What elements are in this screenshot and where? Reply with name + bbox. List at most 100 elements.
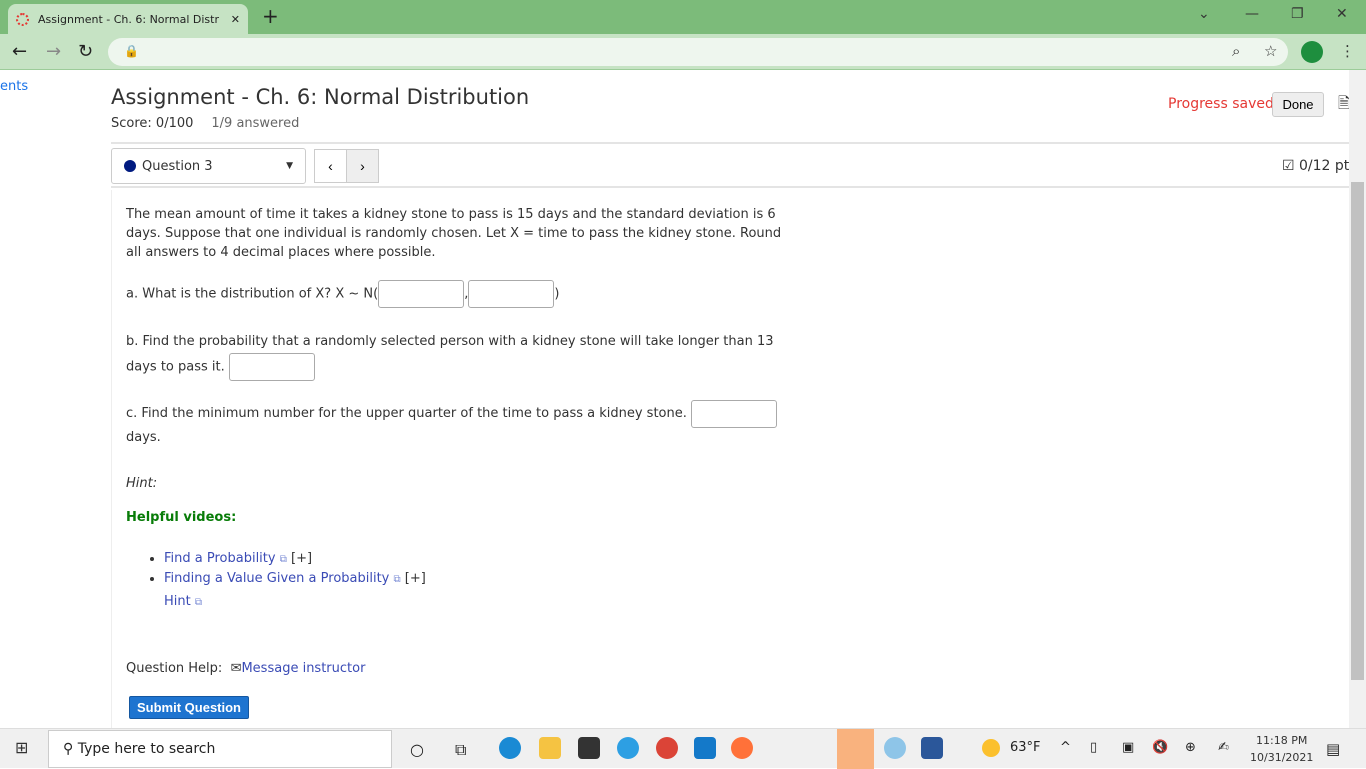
file-explorer-icon[interactable] <box>539 737 561 759</box>
video-link[interactable]: Find a Probability <box>164 551 276 566</box>
tab-title: Assignment - Ch. 6: Normal Distr <box>38 12 219 26</box>
score-line: Score: 0/100 1/9 answered <box>111 116 317 131</box>
mean-input[interactable] <box>378 280 465 308</box>
cortana-icon[interactable]: ○ <box>410 740 424 759</box>
points: ☑ 0/12 pt <box>1282 158 1349 174</box>
lock-icon: 🔒 <box>124 44 139 58</box>
page-title: Assignment - Ch. 6: Normal Distribution <box>111 85 530 109</box>
score: Score: 0/100 <box>111 116 194 131</box>
video-list: Find a Probability ⧉ [+] Finding a Value… <box>164 549 426 589</box>
question-help: Question Help: ✉Message instructor <box>126 661 365 676</box>
helpful-videos-heading: Helpful videos: <box>126 510 237 525</box>
upper-quarter-input[interactable] <box>691 399 778 428</box>
sd-input[interactable] <box>468 280 555 308</box>
probability-input[interactable] <box>228 353 315 381</box>
edge-icon[interactable] <box>499 737 521 759</box>
profile-avatar[interactable] <box>1301 41 1323 63</box>
restore-icon[interactable]: ❐ <box>1291 6 1304 22</box>
address-bar[interactable]: 🔒 <box>108 38 1288 66</box>
browser-toolbar: ← → ↻ 🔒 ⌕ ☆ ⋮ <box>0 34 1366 70</box>
paint-icon[interactable] <box>884 737 906 759</box>
volume-muted-icon[interactable]: 🔇 <box>1152 740 1168 755</box>
divider <box>111 186 1351 188</box>
active-app-icon[interactable] <box>837 729 874 769</box>
pen-icon[interactable]: ✍ <box>1218 740 1229 755</box>
minimize-icon[interactable]: — <box>1245 6 1259 22</box>
list-item: Finding a Value Given a Probability ⧉ [+… <box>164 569 426 589</box>
question-intro: The mean amount of time it takes a kidne… <box>126 207 782 260</box>
expand-link[interactable]: [+] <box>291 551 312 566</box>
video-link[interactable]: Finding a Value Given a Probability <box>164 571 389 586</box>
date: 10/31/2021 <box>1250 751 1314 764</box>
close-window-icon[interactable]: ✕ <box>1336 6 1348 22</box>
ie-icon[interactable] <box>617 737 639 759</box>
word-icon[interactable] <box>921 737 943 759</box>
time: 11:18 PM <box>1256 734 1308 747</box>
browser-tab[interactable]: Assignment - Ch. 6: Normal Distr ✕ <box>8 4 248 34</box>
divider <box>111 142 1351 144</box>
scrollbar-thumb[interactable] <box>1351 182 1364 680</box>
points-value: 0/12 pt <box>1299 158 1350 174</box>
windows-start-icon[interactable]: ⊞ <box>15 738 28 757</box>
chrome-icon[interactable] <box>656 737 678 759</box>
network-icon[interactable]: ⊕ <box>1185 740 1196 755</box>
hint-link[interactable]: Hint <box>164 594 191 609</box>
mail-icon[interactable] <box>694 737 716 759</box>
tab-search-icon[interactable]: ⌄ <box>1198 6 1210 22</box>
part-c-text: c. Find the minimum number for the upper… <box>126 406 687 421</box>
sidebar-link[interactable]: ents <box>0 79 28 94</box>
external-link-icon: ⧉ <box>279 554 287 565</box>
paren-close: ) <box>554 286 560 302</box>
part-b: b. Find the probability that a randomly … <box>126 330 796 381</box>
search-placeholder: Type here to search <box>77 741 216 757</box>
hint-label: Hint: <box>126 476 158 491</box>
question-panel <box>111 190 1351 730</box>
status-dot-icon <box>124 160 136 172</box>
checkbox-icon: ☑ <box>1282 158 1295 174</box>
firefox-icon[interactable] <box>731 737 753 759</box>
menu-icon[interactable]: ⋮ <box>1340 42 1355 60</box>
days-label: days. <box>126 430 161 445</box>
bookmark-star-icon[interactable]: ☆ <box>1264 42 1277 60</box>
envelope-icon: ✉ <box>230 661 242 676</box>
search-icon: ⚲ <box>63 741 74 757</box>
part-c: c. Find the minimum number for the upper… <box>126 399 796 459</box>
scrollbar[interactable] <box>1349 70 1366 728</box>
weather[interactable]: 63°F <box>1010 740 1041 755</box>
back-icon[interactable]: ← <box>12 41 27 62</box>
forward-icon[interactable]: → <box>46 41 61 62</box>
tab-bar: Assignment - Ch. 6: Normal Distr ✕ + ⌄ — … <box>0 0 1366 34</box>
battery-icon[interactable]: ▣ <box>1122 740 1134 755</box>
zoom-icon[interactable]: ⌕ <box>1232 42 1240 60</box>
reload-icon[interactable]: ↻ <box>78 41 93 62</box>
list-item: Find a Probability ⧉ [+] <box>164 549 426 569</box>
external-link-icon: ⧉ <box>194 597 203 608</box>
answered-count: 1/9 answered <box>211 116 300 131</box>
new-tab-button[interactable]: + <box>262 4 279 28</box>
clock[interactable]: 11:18 PM 10/31/2021 <box>1250 732 1313 766</box>
help-label: Question Help: <box>126 661 223 676</box>
question-selector[interactable]: Question 3 ▼ <box>111 148 306 184</box>
device-icon[interactable]: ▯ <box>1090 740 1097 755</box>
show-hidden-icons[interactable]: ^ <box>1060 740 1071 755</box>
store-icon[interactable] <box>578 737 600 759</box>
notifications-icon[interactable]: ▤ <box>1326 740 1340 758</box>
close-tab-icon[interactable]: ✕ <box>231 13 240 26</box>
taskbar-search[interactable]: ⚲ Type here to search <box>48 730 392 768</box>
part-a-text: a. What is the distribution of X? X ~ N( <box>126 286 379 302</box>
question-selector-label: Question 3 <box>142 158 213 174</box>
submit-question-button[interactable]: Submit Question <box>129 696 249 719</box>
site-favicon-icon <box>16 12 29 26</box>
next-question-button[interactable]: › <box>346 149 379 183</box>
part-b-text: b. Find the probability that a randomly … <box>126 334 774 375</box>
part-a: a. What is the distribution of X? X ~ N(… <box>126 280 796 308</box>
message-instructor-link[interactable]: Message instructor <box>241 661 365 676</box>
progress-status: Progress saved <box>1168 96 1274 112</box>
chevron-down-icon: ▼ <box>286 161 293 171</box>
task-view-icon[interactable]: ⧉ <box>455 740 466 760</box>
prev-question-button[interactable]: ‹ <box>314 149 347 183</box>
done-button[interactable]: Done <box>1272 92 1324 117</box>
external-link-icon: ⧉ <box>393 574 401 585</box>
expand-link[interactable]: [+] <box>405 571 426 586</box>
hint-link-wrap: Hint ⧉ <box>164 594 202 609</box>
